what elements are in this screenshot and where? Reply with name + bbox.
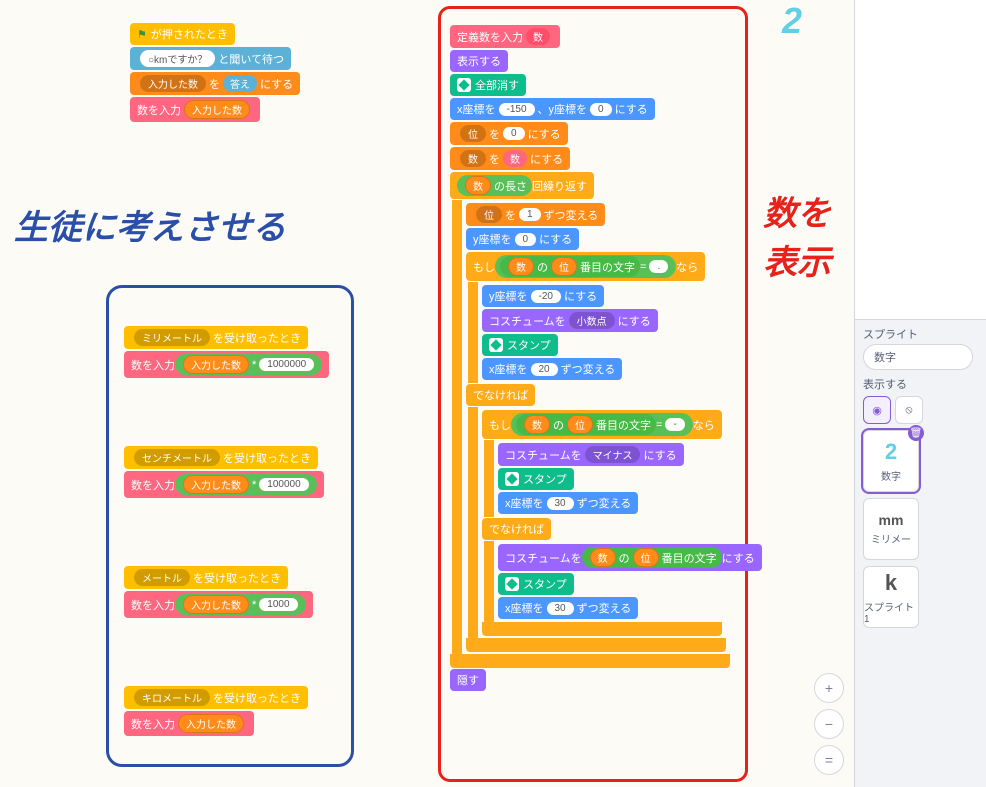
- when-received-cm[interactable]: センチメートルを受け取ったとき: [124, 446, 318, 469]
- green-flag-icon: ⚑: [137, 28, 147, 41]
- ask-and-wait[interactable]: ○kmですか？と聞いて待つ: [130, 47, 291, 70]
- hide-button[interactable]: ⦸: [895, 396, 923, 424]
- thumb-glyph: 2: [885, 439, 897, 465]
- thumb-label: ミリメー: [871, 531, 911, 546]
- change-x-20[interactable]: x座標を20ずつ変える: [482, 358, 622, 380]
- pen-icon: [457, 78, 471, 92]
- goto-xy[interactable]: x座標を-150、y座標を0にする: [450, 98, 655, 120]
- repeat-body: 位を1ずつ変える y座標を0にする もし 数の位番目の文字=. なら y座標を-…: [452, 200, 762, 654]
- script-define[interactable]: 定義 数を入力数 表示する 全部消す x座標を-150、y座標を0にする 位を0…: [450, 24, 740, 692]
- caption-student-think: 生徒に考えさせる: [14, 200, 286, 249]
- cfoot-mid: [466, 638, 726, 652]
- cfoot-outer: [450, 654, 730, 668]
- op-mult-cm: 入力した数*100000: [175, 474, 317, 495]
- change-pos-1[interactable]: 位を1ずつ変える: [466, 203, 605, 226]
- costume-dot[interactable]: コスチュームを小数点にする: [482, 309, 658, 332]
- delete-sprite-icon[interactable]: 🗑: [908, 425, 924, 441]
- script-cm[interactable]: センチメートルを受け取ったとき 数を入力入力した数*100000: [124, 445, 324, 499]
- call-mm[interactable]: 数を入力入力した数*1000000: [124, 351, 329, 378]
- cfoot-inner: [482, 622, 722, 636]
- script-main[interactable]: ⚑が押されたとき ○kmですか？と聞いて待つ 入力した数を答えにする 数を入力入…: [130, 22, 300, 123]
- zoom-controls: + − =: [814, 673, 844, 775]
- sprite-label: スプライト: [863, 326, 978, 342]
- show-button[interactable]: ◉: [863, 396, 891, 424]
- set-pos-0[interactable]: 位を0にする: [450, 122, 568, 145]
- sprite-thumb-2[interactable]: k スプライト1: [863, 566, 919, 628]
- else-2[interactable]: でなければ: [482, 518, 551, 540]
- op-mult-m: 入力した数*1000: [175, 594, 306, 615]
- sprite-thumb-1[interactable]: mm ミリメー: [863, 498, 919, 560]
- zoom-out-button[interactable]: −: [814, 709, 844, 739]
- op-mult-mm: 入力した数*1000000: [175, 354, 322, 375]
- sprite-thumb-0[interactable]: 🗑 2 数字: [863, 430, 919, 492]
- show-label: 表示する: [863, 376, 978, 392]
- set-num-arg[interactable]: 数を数にする: [450, 147, 570, 170]
- if-dot[interactable]: もし 数の位番目の文字=. なら: [466, 252, 705, 281]
- set-y-neg20[interactable]: y座標を-20にする: [482, 285, 604, 307]
- hide-block[interactable]: 隠す: [450, 669, 486, 691]
- if-minus[interactable]: もし 数の位番目の文字=- なら: [482, 410, 722, 439]
- call-m[interactable]: 数を入力入力した数*1000: [124, 591, 313, 618]
- when-received-m[interactable]: メートルを受け取ったとき: [124, 566, 288, 589]
- when-received-mm[interactable]: ミリメートルを受け取ったとき: [124, 326, 308, 349]
- sprite-thumbnails: 🗑 2 数字 mm ミリメー k スプライト1: [863, 430, 978, 628]
- call-custom-block[interactable]: 数を入力入力した数: [130, 97, 260, 122]
- pen-icon: [505, 472, 519, 486]
- pen-icon: [489, 338, 503, 352]
- call-km[interactable]: 数を入力入力した数: [124, 711, 254, 736]
- else-2-body: コスチュームを数の位番目の文字にする スタンプ x座標を30ずつ変える: [484, 541, 762, 622]
- costume-minus[interactable]: コスチュームをマイナスにする: [498, 443, 684, 466]
- set-y-0[interactable]: y座標を0にする: [466, 228, 579, 250]
- stage-preview-area: [855, 0, 986, 320]
- if-minus-body: コスチュームをマイナスにする スタンプ x座標を30ずつ変える: [484, 440, 684, 517]
- set-variable[interactable]: 入力した数を答えにする: [130, 72, 300, 95]
- thumb-label: 数字: [881, 468, 901, 483]
- script-m[interactable]: メートルを受け取ったとき 数を入力入力した数*1000: [124, 565, 313, 619]
- show-block[interactable]: 表示する: [450, 50, 508, 72]
- zoom-in-button[interactable]: +: [814, 673, 844, 703]
- stamp-2[interactable]: スタンプ: [498, 468, 574, 490]
- thumb-glyph: k: [885, 570, 897, 596]
- define-hat[interactable]: 定義 数を入力数: [450, 25, 560, 48]
- script-km[interactable]: キロメートルを受け取ったとき 数を入力入力した数: [124, 685, 308, 737]
- zoom-reset-button[interactable]: =: [814, 745, 844, 775]
- stamp-1[interactable]: スタンプ: [482, 334, 558, 356]
- call-cm[interactable]: 数を入力入力した数*100000: [124, 471, 324, 498]
- if-dot-body: y座標を-20にする コスチュームを小数点にする スタンプ x座標を20ずつ変え…: [468, 282, 658, 383]
- when-flag-clicked[interactable]: ⚑が押されたとき: [130, 23, 235, 45]
- erase-all[interactable]: 全部消す: [450, 74, 526, 96]
- else-1[interactable]: でなければ: [466, 384, 535, 406]
- repeat-length[interactable]: 数の長さ回繰り返す: [450, 172, 594, 199]
- when-received-km[interactable]: キロメートルを受け取ったとき: [124, 686, 308, 709]
- change-x-30a[interactable]: x座標を30ずつ変える: [498, 492, 638, 514]
- stamp-3[interactable]: スタンプ: [498, 573, 574, 595]
- script-canvas[interactable]: 2 ⚑が押されたとき ○kmですか？と聞いて待つ 入力した数を答えにする 数を入…: [0, 0, 854, 787]
- thumb-label: スプライト1: [864, 599, 918, 625]
- script-mm[interactable]: ミリメートルを受け取ったとき 数を入力入力した数*1000000: [124, 325, 329, 379]
- else-1-body: もし 数の位番目の文字=- なら コスチュームをマイナスにする スタンプ x座標…: [468, 407, 762, 638]
- stage-corner-glyph: 2: [782, 0, 802, 42]
- caption-show-number: 数を表示: [763, 186, 854, 284]
- sprite-panel: スプライト 数字 表示する ◉ ⦸ 🗑 2 数字 mm ミリメー k スプライト…: [854, 0, 986, 787]
- costume-digit[interactable]: コスチュームを数の位番目の文字にする: [498, 544, 762, 571]
- pen-icon: [505, 577, 519, 591]
- sprite-name-input[interactable]: 数字: [863, 344, 973, 370]
- thumb-glyph: mm: [879, 512, 904, 528]
- change-x-30b[interactable]: x座標を30ずつ変える: [498, 597, 638, 619]
